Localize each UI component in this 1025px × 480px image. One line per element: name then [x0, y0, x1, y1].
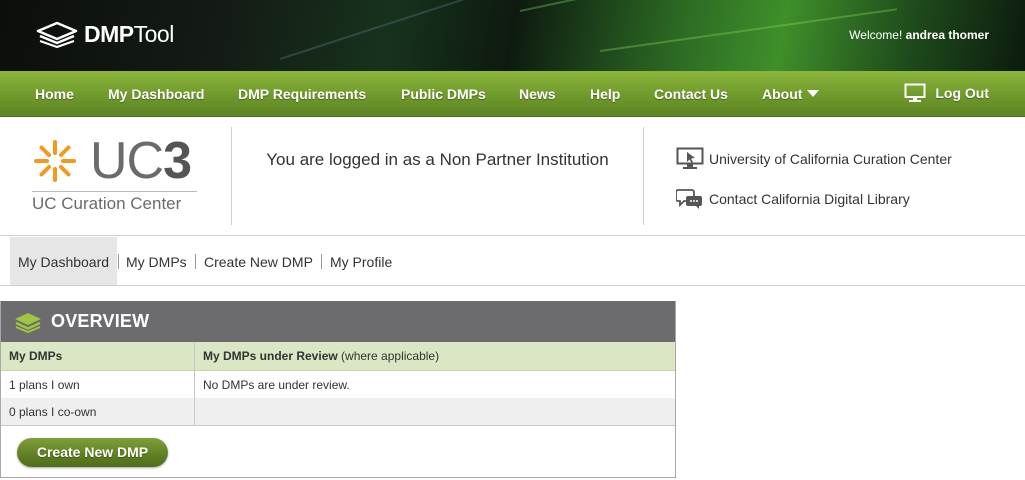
nav-about-label: About	[762, 86, 803, 102]
col-under-review-note: (where applicable)	[341, 349, 440, 363]
caret-down-icon	[807, 90, 820, 97]
table-row: 1 plans I own No DMPs are under review.	[1, 371, 675, 398]
header-decoration	[519, 0, 775, 12]
plans-owned-count[interactable]: 1 plans I own	[9, 378, 80, 392]
create-new-dmp-button[interactable]: Create New DMP	[17, 438, 168, 467]
dashboard-subnav: My Dashboard My DMPs Create New DMP My P…	[0, 237, 1025, 286]
contact-cdl-link[interactable]: Contact California Digital Library	[676, 187, 910, 211]
logout-label: Log Out	[935, 85, 989, 101]
tab-my-dmps[interactable]: My DMPs	[126, 237, 187, 285]
nav-my-dashboard[interactable]: My Dashboard	[108, 86, 204, 102]
nav-contact-us[interactable]: Contact Us	[654, 86, 728, 102]
nav-about[interactable]: About	[762, 86, 820, 102]
col-under-review-header: My DMPs under Review	[203, 349, 338, 363]
tab-my-dashboard[interactable]: My Dashboard	[10, 237, 118, 285]
table-header-row: My DMPs My DMPs under Review (where appl…	[1, 342, 675, 371]
logo-text: DMPTool	[84, 20, 174, 47]
tab-separator	[118, 254, 119, 269]
overview-panel: OVERVIEW My DMPs My DMPs under Review (w…	[0, 301, 676, 478]
welcome-message: Welcome! andrea thomer	[849, 28, 989, 42]
header-decoration	[279, 0, 471, 60]
uc-curation-center-link[interactable]: University of California Curation Center	[676, 147, 952, 171]
nav-dmp-requirements[interactable]: DMP Requirements	[238, 86, 366, 102]
welcome-prefix: Welcome!	[849, 28, 903, 42]
uc3-logo: UC3 UC Curation Center	[32, 135, 197, 214]
tab-separator	[195, 254, 196, 269]
user-name: andrea thomer	[905, 28, 989, 42]
nav-help[interactable]: Help	[590, 86, 620, 102]
banner-divider	[643, 127, 644, 225]
nav-home[interactable]: Home	[35, 86, 74, 102]
review-status: No DMPs are under review.	[203, 377, 350, 392]
plans-coowned-count[interactable]: 0 plans I co-own	[9, 405, 96, 419]
nav-public-dmps[interactable]: Public DMPs	[401, 86, 486, 102]
overview-title: OVERVIEW	[51, 311, 150, 331]
uc3-wordmark: UC3	[90, 132, 192, 190]
nav-news[interactable]: News	[519, 86, 556, 102]
login-status-message: You are logged in as a Non Partner Insti…	[266, 150, 609, 169]
tab-my-profile[interactable]: My Profile	[330, 237, 392, 285]
tab-separator	[321, 254, 322, 269]
table-row: 0 plans I co-own	[1, 398, 675, 426]
speech-bubbles-icon	[676, 189, 702, 209]
site-header: DMPTool Welcome! andrea thomer	[0, 0, 1025, 71]
logo-divider	[32, 191, 197, 192]
banner-divider	[231, 127, 232, 225]
contact-cdl-label: Contact California Digital Library	[709, 191, 910, 207]
overview-header: OVERVIEW	[1, 301, 675, 342]
uc3-subtitle: UC Curation Center	[32, 194, 182, 213]
logout-button[interactable]: Log Out	[904, 83, 989, 103]
col-my-dmps-header: My DMPs	[9, 349, 63, 363]
dmptool-logo[interactable]: DMPTool	[36, 20, 174, 48]
uc-curation-center-label: University of California Curation Center	[709, 151, 952, 167]
monitor-pointer-icon	[676, 147, 704, 169]
institution-banner: UC3 UC Curation Center You are logged in…	[0, 117, 1025, 236]
stacked-layers-icon	[36, 21, 78, 48]
stacked-layers-icon	[15, 312, 41, 333]
main-nav: Home My Dashboard DMP Requirements Publi…	[0, 71, 1025, 117]
sunburst-icon	[34, 140, 76, 182]
monitor-icon	[904, 83, 926, 102]
tab-create-new-dmp[interactable]: Create New DMP	[204, 237, 313, 285]
